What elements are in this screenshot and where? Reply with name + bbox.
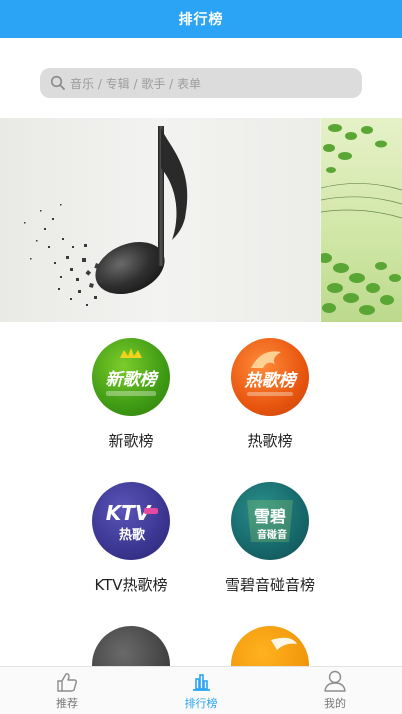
banner-slide-music-note[interactable] (0, 118, 320, 322)
chart-card-ktv[interactable]: KTV 热歌 KTV热歌榜 (61, 482, 201, 595)
sprite-badge-subtext: 音碰音 (257, 528, 287, 541)
tab-label: 推荐 (56, 697, 78, 710)
bottom-tab-bar: 推荐 排行榜 我的 (0, 666, 402, 714)
tab-label: 排行榜 (184, 697, 218, 710)
tab-label: 我的 (324, 697, 346, 710)
thumbs-up-icon (57, 673, 78, 692)
chart-card-sprite[interactable]: 雪碧 音碰音 雪碧音碰音榜 (200, 482, 340, 595)
chart-title: 热歌榜 (247, 432, 293, 450)
page-header: 排行榜 (0, 0, 402, 38)
page-title: 排行榜 (178, 12, 224, 28)
tab-mine[interactable]: 我的 (268, 667, 402, 714)
ktv-badge-subtext: 热歌 (119, 527, 146, 543)
search-area: 音乐 / 专辑 / 歌手 / 表单 (0, 38, 402, 118)
chart-card-new-songs[interactable]: 新歌榜 新歌榜 (61, 338, 201, 451)
banner-carousel[interactable] (0, 118, 402, 322)
music-note-image (24, 126, 188, 306)
sprite-badge-text: 雪碧 (254, 507, 286, 526)
new-songs-badge: 新歌榜 (92, 338, 170, 416)
chart-grid: 新歌榜 新歌榜 热歌榜 热歌榜 KTV 热歌 KTV热歌榜 雪碧 音碰音 雪碧音… (0, 322, 402, 666)
chart-title: 新歌榜 (108, 432, 154, 450)
tab-recommend[interactable]: 推荐 (0, 667, 134, 714)
hot-songs-badge: 热歌榜 (231, 338, 309, 416)
new-songs-badge-text: 新歌榜 (106, 370, 160, 390)
chart-card-hot-songs[interactable]: 热歌榜 热歌榜 (200, 338, 340, 451)
search-icon (50, 75, 66, 91)
green-leaves-image (318, 124, 402, 315)
chart-badge-partial (231, 626, 309, 666)
chart-card-partial-2[interactable] (200, 626, 340, 666)
chart-badge-partial (92, 626, 170, 666)
tab-charts[interactable]: 排行榜 (134, 667, 268, 714)
user-icon (324, 670, 346, 692)
chart-card-partial-1[interactable] (61, 626, 201, 666)
hot-songs-badge-text: 热歌榜 (244, 371, 299, 391)
ktv-badge: KTV 热歌 (92, 482, 170, 560)
search-input[interactable]: 音乐 / 专辑 / 歌手 / 表单 (40, 68, 362, 98)
search-placeholder: 音乐 / 专辑 / 歌手 / 表单 (70, 76, 202, 91)
chart-title: 雪碧音碰音榜 (224, 576, 315, 594)
banner-slide-green-leaves[interactable] (318, 118, 402, 322)
bar-chart-icon (193, 674, 210, 691)
chart-title: KTV热歌榜 (94, 576, 168, 594)
sprite-badge: 雪碧 音碰音 (231, 482, 309, 560)
